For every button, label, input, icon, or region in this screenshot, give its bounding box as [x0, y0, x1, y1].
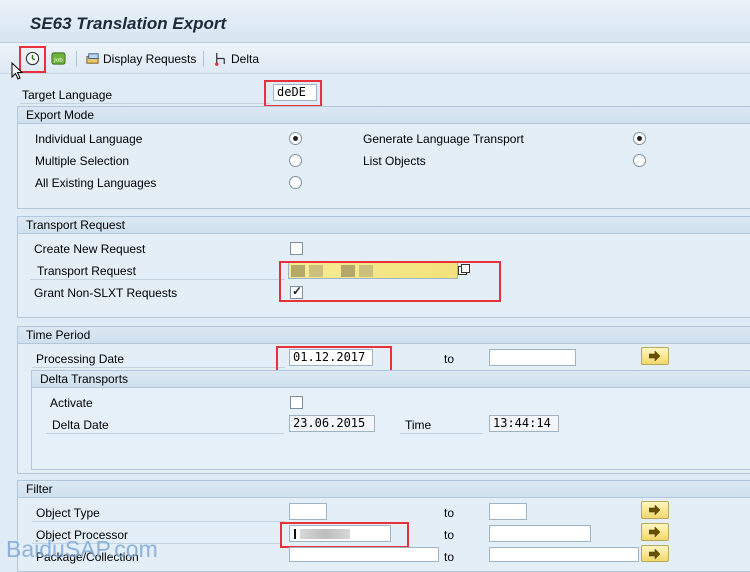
title-bar: SE63 Translation Export: [0, 0, 750, 43]
create-new-request-label: Create New Request: [34, 242, 146, 256]
display-requests-button[interactable]: Display Requests: [85, 50, 196, 67]
processing-date-to-input[interactable]: [489, 349, 576, 366]
label-underline: [20, 103, 270, 104]
mouse-cursor-icon: [11, 62, 24, 80]
activate-checkbox[interactable]: [290, 396, 303, 409]
background-job-button[interactable]: Job: [51, 50, 66, 67]
package-collection-to-input[interactable]: [489, 547, 639, 562]
time-period-title: Time Period: [26, 328, 91, 342]
highlight-object-processor: [280, 522, 409, 548]
individual-language-label: Individual Language: [35, 132, 143, 146]
multiple-selection-button[interactable]: [641, 347, 669, 365]
processing-date-label: Processing Date: [36, 352, 125, 366]
job-icon: Job: [51, 52, 66, 65]
label-underline: [32, 367, 285, 368]
page-title: SE63 Translation Export: [30, 14, 227, 33]
export-mode-header: Export Mode: [18, 107, 750, 124]
time-period-header: Time Period: [18, 327, 750, 344]
target-language-label: Target Language: [22, 88, 113, 102]
label-underline: [46, 433, 284, 434]
arrow-right-icon: [649, 505, 661, 515]
multiple-selection-button[interactable]: [641, 523, 669, 541]
delta-transports-group: Delta Transports: [31, 370, 750, 470]
object-type-to-input[interactable]: [489, 503, 527, 520]
object-processor-to-input[interactable]: [489, 525, 591, 542]
delta-transports-title: Delta Transports: [40, 372, 129, 386]
list-objects-radio[interactable]: [633, 154, 646, 167]
to-label: to: [444, 352, 455, 366]
to-label: to: [444, 528, 455, 542]
delta-label: Delta: [231, 51, 260, 66]
arrow-right-icon: [649, 548, 661, 559]
label-underline: [32, 521, 285, 522]
package-collection-input[interactable]: [289, 547, 439, 562]
highlight-target-language: [264, 80, 322, 107]
job-icon-text: Job: [53, 57, 63, 63]
generate-language-transport-radio[interactable]: [633, 132, 646, 145]
highlight-processing-date: [276, 346, 392, 372]
delta-date-field: 23.06.2015: [289, 415, 375, 432]
delta-date-label: Delta Date: [52, 418, 109, 432]
time-field: 13:44:14: [489, 415, 559, 432]
transport-request-label: Transport Request: [37, 264, 136, 278]
arrow-right-icon: [649, 527, 661, 537]
filter-title: Filter: [26, 482, 53, 496]
watermark: BaiduSAP.com: [6, 536, 158, 562]
label-underline: [400, 433, 483, 434]
transport-request-header: Transport Request: [18, 217, 750, 234]
all-existing-languages-radio[interactable]: [289, 176, 302, 189]
label-underline: [30, 279, 285, 280]
individual-language-radio[interactable]: [289, 132, 302, 145]
highlight-transport-request: [279, 261, 501, 302]
stack-icon: [86, 53, 99, 64]
delta-button[interactable]: Delta: [213, 50, 259, 67]
object-type-input[interactable]: [289, 503, 327, 520]
toolbar-separator: [76, 51, 77, 67]
object-type-label: Object Type: [36, 506, 100, 520]
grant-non-slxt-label: Grant Non-SLXT Requests: [34, 286, 178, 300]
create-new-request-checkbox[interactable]: [290, 242, 303, 255]
display-requests-label: Display Requests: [103, 51, 197, 66]
export-mode-title: Export Mode: [26, 108, 95, 122]
all-existing-languages-label: All Existing Languages: [35, 176, 157, 190]
multiple-selection-button[interactable]: [641, 501, 669, 519]
time-label: Time: [405, 418, 432, 432]
filter-header: Filter: [18, 481, 750, 498]
application-toolbar: Job Display Requests Delta: [0, 43, 750, 74]
delta-branch-icon: [215, 52, 225, 66]
toolbar-separator: [203, 51, 204, 67]
transport-request-title: Transport Request: [26, 218, 125, 232]
generate-language-transport-label: Generate Language Transport: [363, 132, 524, 146]
to-label: to: [444, 506, 455, 520]
delta-transports-header: Delta Transports: [32, 371, 750, 388]
multiple-selection-button[interactable]: [641, 545, 669, 562]
activate-label: Activate: [50, 396, 93, 410]
arrow-right-icon: [649, 351, 661, 361]
multiple-selection-radio[interactable]: [289, 154, 302, 167]
list-objects-label: List Objects: [363, 154, 426, 168]
multiple-selection-label: Multiple Selection: [35, 154, 130, 168]
